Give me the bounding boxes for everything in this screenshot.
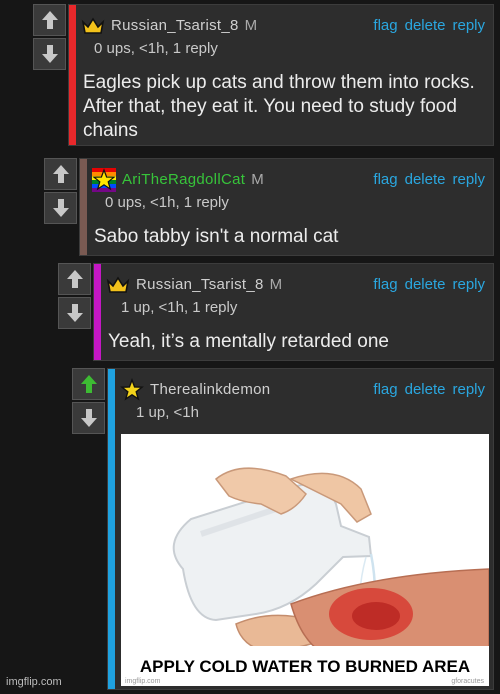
- vote-buttons: [33, 4, 66, 70]
- comment-actions: flag delete reply: [366, 17, 485, 34]
- burn-first-aid-illustration: APPLY COLD WATER TO BURNED AREA imgflip.…: [121, 434, 489, 686]
- mod-badge: M: [269, 276, 283, 293]
- username[interactable]: AriTheRagdollCat M: [122, 171, 264, 188]
- comment-panel: Russian_Tsarist_8 M flag delete reply 1 up,…: [93, 263, 494, 361]
- meme-image[interactable]: APPLY COLD WATER TO BURNED AREA imgflip.…: [121, 434, 489, 686]
- comment-header: Therealinkdemon flag delete reply: [120, 378, 487, 404]
- delete-link[interactable]: delete: [405, 276, 446, 293]
- comment-meta: 0 ups, <1h, 1 reply: [105, 194, 229, 211]
- mod-badge: M: [244, 17, 258, 34]
- flag-link[interactable]: flag: [373, 17, 397, 34]
- comment-3: Russian_Tsarist_8 M flag delete reply 1 up,…: [58, 263, 494, 361]
- comment-meta: 1 up, <1h, 1 reply: [121, 299, 238, 316]
- pride-star-icon: [92, 168, 116, 192]
- comment-actions: flag delete reply: [366, 381, 485, 398]
- arrow-up-icon: [52, 165, 69, 183]
- downvote-button[interactable]: [72, 402, 105, 434]
- comment-text: Yeah, it’s a mentally retarded one: [108, 331, 389, 352]
- delete-link[interactable]: delete: [405, 381, 446, 398]
- flag-link[interactable]: flag: [373, 171, 397, 188]
- flag-link[interactable]: flag: [373, 276, 397, 293]
- comment-panel: AriTheRagdollCat M flag delete reply 0 ups,…: [79, 158, 494, 256]
- downvote-button[interactable]: [44, 192, 77, 224]
- delete-link[interactable]: delete: [405, 17, 446, 34]
- flag-link[interactable]: flag: [373, 381, 397, 398]
- vote-buttons: [72, 368, 105, 434]
- comment-accent-bar: [94, 264, 101, 360]
- arrow-up-icon: [66, 270, 83, 288]
- comment-accent-bar: [80, 159, 87, 255]
- arrow-down-icon: [66, 304, 83, 322]
- comment-meta: 0 ups, <1h, 1 reply: [94, 40, 218, 57]
- arrow-down-icon: [41, 45, 58, 63]
- downvote-button[interactable]: [33, 38, 66, 70]
- arrow-down-icon: [80, 409, 97, 427]
- comment-meta: 1 up, <1h: [136, 404, 199, 421]
- delete-link[interactable]: delete: [405, 171, 446, 188]
- image-corner-tag: gforacutes: [451, 678, 484, 685]
- crown-icon: [106, 276, 130, 293]
- username[interactable]: Russian_Tsarist_8 M: [136, 276, 282, 293]
- comment-actions: flag delete reply: [366, 171, 485, 188]
- vote-buttons: [58, 263, 91, 329]
- site-watermark: imgflip.com: [6, 676, 62, 688]
- username[interactable]: Russian_Tsarist_8 M: [111, 17, 257, 34]
- arrow-up-icon: [80, 375, 97, 393]
- meme-caption: APPLY COLD WATER TO BURNED AREA: [140, 657, 470, 676]
- comment-panel: Therealinkdemon flag delete reply 1 up, <1…: [107, 368, 494, 690]
- comment-1: Russian_Tsarist_8 M flag delete reply 0 ups…: [33, 4, 494, 146]
- comment-4: Therealinkdemon flag delete reply 1 up, <1…: [72, 368, 494, 690]
- reply-link[interactable]: reply: [452, 171, 485, 188]
- upvote-button[interactable]: [33, 4, 66, 36]
- comment-accent-bar: [108, 369, 115, 689]
- upvote-button[interactable]: [72, 368, 105, 400]
- star-icon: [120, 378, 144, 401]
- arrow-down-icon: [52, 199, 69, 217]
- image-watermark: imgflip.com: [125, 678, 161, 685]
- vote-buttons: [44, 158, 77, 224]
- reply-link[interactable]: reply: [452, 17, 485, 34]
- comment-header: Russian_Tsarist_8 M flag delete reply: [106, 273, 487, 299]
- comment-text: Eagles pick up cats and throw them into …: [83, 72, 475, 141]
- mod-badge: M: [251, 171, 264, 188]
- upvote-button[interactable]: [44, 158, 77, 190]
- upvote-button[interactable]: [58, 263, 91, 295]
- comment-accent-bar: [69, 5, 76, 145]
- comment-panel: Russian_Tsarist_8 M flag delete reply 0 ups…: [68, 4, 494, 146]
- crown-icon: [81, 17, 105, 34]
- comment-actions: flag delete reply: [366, 276, 485, 293]
- reply-link[interactable]: reply: [452, 381, 485, 398]
- comment-header: AriTheRagdollCat M flag delete reply: [92, 168, 487, 194]
- reply-link[interactable]: reply: [452, 276, 485, 293]
- arrow-up-icon: [41, 11, 58, 29]
- username[interactable]: Therealinkdemon: [150, 381, 270, 398]
- comment-text: Sabo tabby isn't a normal cat: [94, 226, 339, 247]
- comment-header: Russian_Tsarist_8 M flag delete reply: [81, 14, 487, 40]
- downvote-button[interactable]: [58, 297, 91, 329]
- comment-2: AriTheRagdollCat M flag delete reply 0 ups,…: [44, 158, 494, 256]
